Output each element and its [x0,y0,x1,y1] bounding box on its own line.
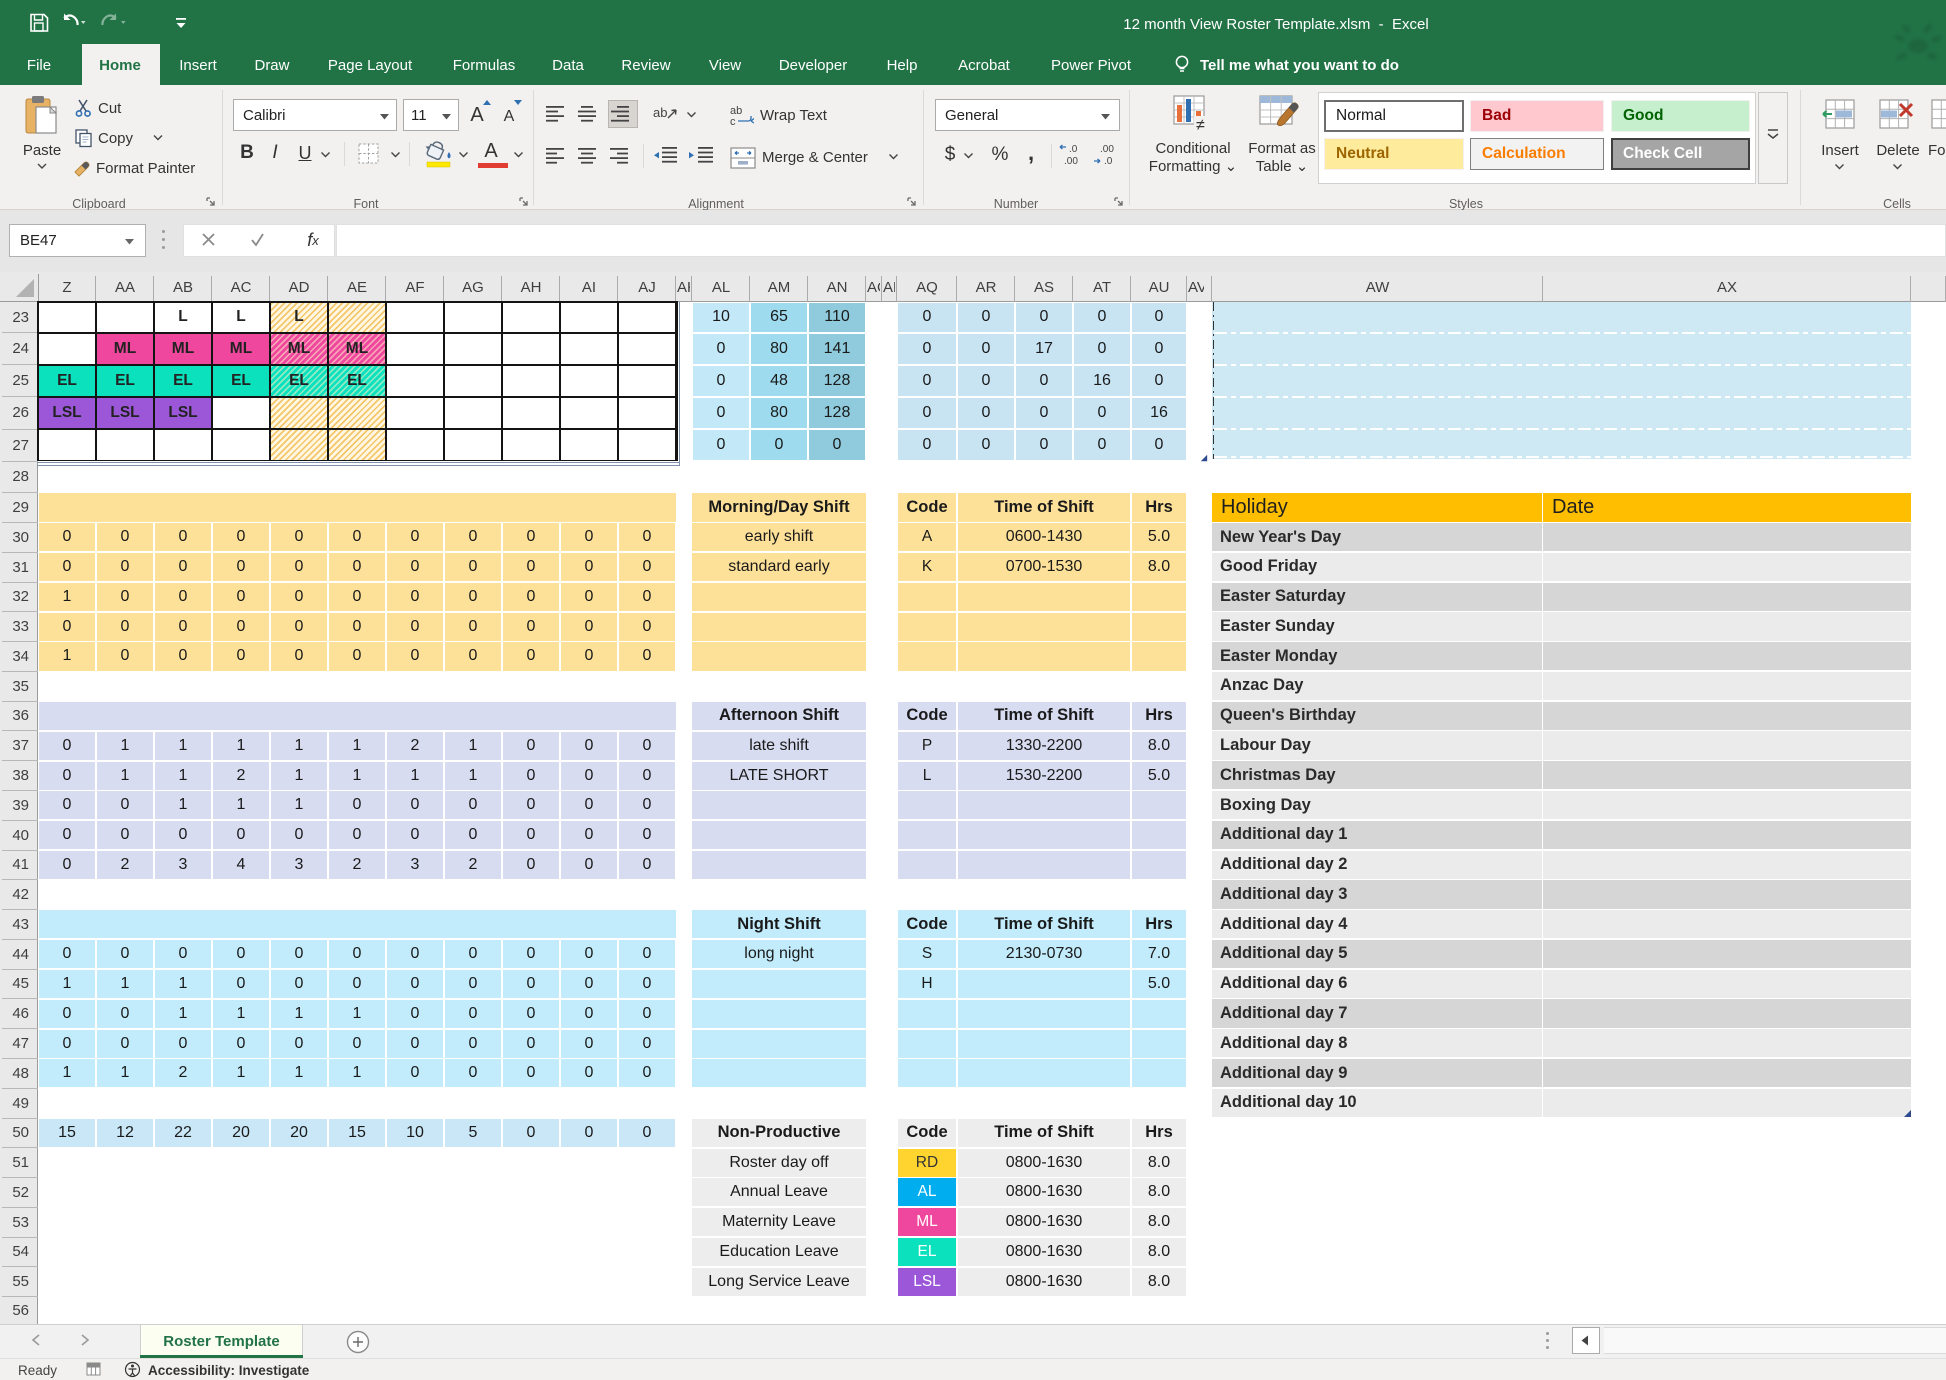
svg-text:≠: ≠ [1196,117,1205,134]
svg-text:c: c [730,116,736,128]
svg-text:.0: .0 [1069,144,1078,155]
svg-text:.0: .0 [1104,156,1113,167]
svg-text:.00: .00 [1064,156,1078,167]
svg-text:ab: ab [653,105,667,120]
svg-text:.00: .00 [1100,144,1114,155]
